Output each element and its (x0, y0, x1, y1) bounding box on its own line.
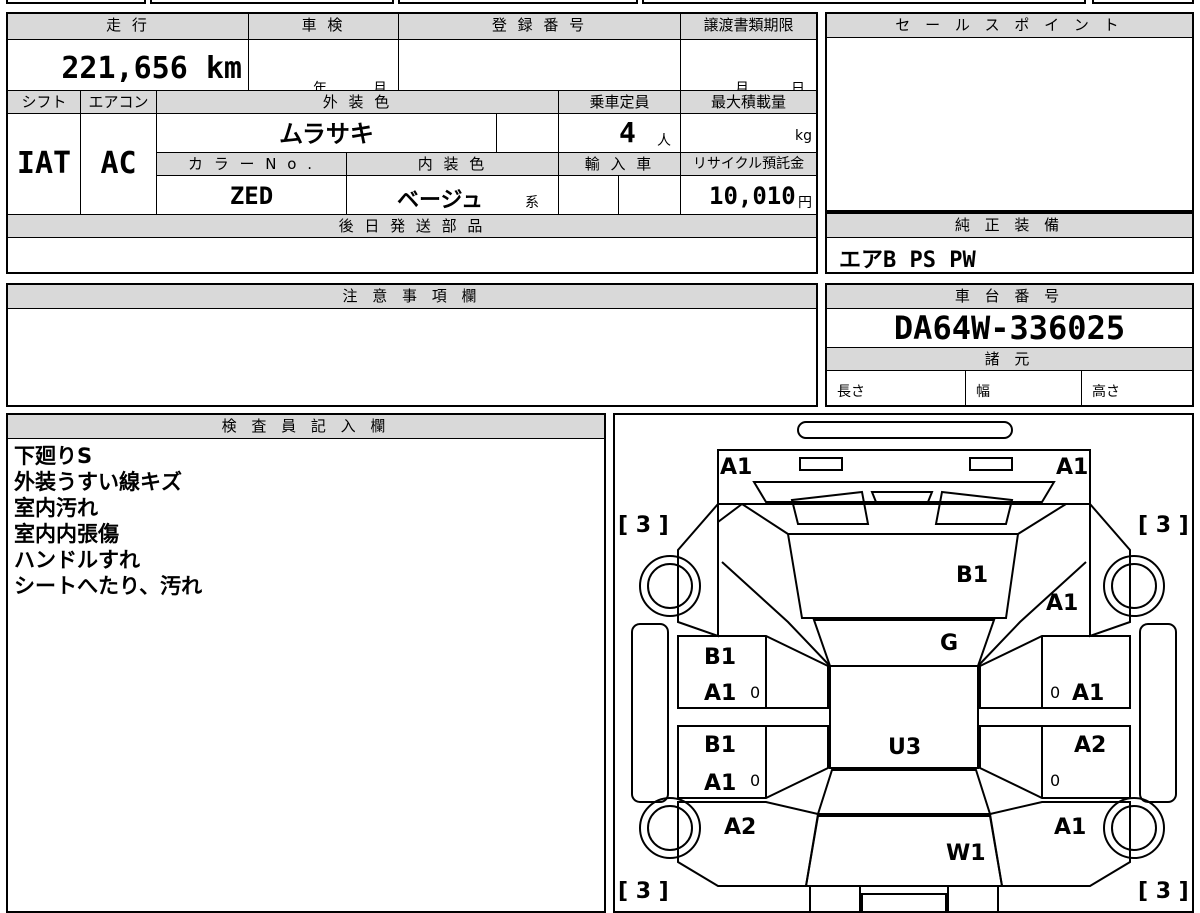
later-parts-value (8, 238, 816, 272)
transfer-deadline-label: 譲渡書類期限 (680, 14, 816, 40)
mileage-label: 走 行 (8, 14, 248, 40)
mark-front-right: A1 (1056, 455, 1088, 480)
mark-door-rr: A2 (1074, 733, 1106, 758)
shift-label: シフト (8, 90, 80, 114)
top-strip-right (642, 0, 1086, 4)
sales-point-box: セ ー ル ス ポ イ ン ト (825, 12, 1194, 212)
inspector-notes: 下廻りS 外装うすい線キズ 室内汚れ 室内内張傷 ハンドルすれ シートへたり、汚… (14, 443, 202, 599)
inspector-label: 検 査 員 記 入 欄 (8, 415, 604, 439)
later-parts-label: 後 日 発 送 部 品 (8, 214, 816, 238)
chassis-box: 車 台 番 号 DA64W-336025 諸 元 長さ 幅 高さ (825, 283, 1194, 407)
mark-front-left: A1 (720, 455, 752, 480)
mark-hood: B1 (956, 563, 988, 588)
windshield (812, 619, 996, 667)
exterior-color-extra (496, 114, 558, 152)
width-label: 幅 (965, 371, 1081, 405)
mark-rear-glass: W1 (946, 841, 986, 866)
mark-bracket-bl: [ 3 ] (618, 879, 669, 904)
capacity-label: 乗車定員 (558, 90, 680, 114)
mark-bracket-tl: [ 3 ] (618, 513, 669, 538)
notes-label: 注 意 事 項 欄 (8, 285, 816, 309)
mark-zero-rf: 0 (1050, 683, 1060, 702)
interior-color-value: ベージュ (397, 188, 484, 213)
rear-window (816, 769, 992, 815)
car-diagram-box: A1 A1 [ 3 ] [ 3 ] B1 A1 G B1 A1 0 A1 0 B… (613, 413, 1194, 913)
note-line: ハンドルすれ (14, 548, 140, 572)
right-sill (1139, 623, 1177, 803)
front-light-right (969, 457, 1013, 471)
mark-bracket-tr: [ 3 ] (1138, 513, 1189, 538)
front-light-left (799, 457, 843, 471)
genuine-equipment-label: 純 正 装 備 (827, 214, 1192, 238)
interior-color-cell: ベージュ 系 (346, 176, 558, 214)
genuine-equipment-box: 純 正 装 備 エアB PS PW (825, 212, 1194, 274)
capacity-value: 4 (619, 116, 636, 149)
note-line: シートへたり、汚れ (14, 574, 203, 598)
interior-color-label: 内 装 色 (346, 152, 558, 176)
notes-box: 注 意 事 項 欄 (6, 283, 818, 407)
max-load-value-cell: kg (680, 114, 816, 152)
capacity-value-cell: 4 人 (558, 114, 680, 152)
mark-door-lr-2: A1 (704, 771, 736, 796)
genuine-equipment-value: エアB PS PW (839, 248, 976, 273)
inspector-box: 検 査 員 記 入 欄 下廻りS 外装うすい線キズ 室内汚れ 室内内張傷 ハンド… (6, 413, 606, 913)
exterior-color-value: ムラサキ (156, 114, 496, 152)
mark-zero-rr: 0 (1050, 771, 1060, 790)
length-label: 長さ (837, 384, 865, 400)
shift-value: IAT (16, 146, 72, 181)
left-sill (631, 623, 669, 803)
color-no-value: ZED (156, 176, 346, 214)
note-line: 下廻りS (14, 444, 93, 468)
top-strip-mid2 (398, 0, 638, 4)
mark-door-rf: A1 (1072, 681, 1104, 706)
person-unit: 人 (657, 133, 671, 149)
vehicle-info-table: 走 行 車 検 登 録 番 号 譲渡書類期限 221,656 km 年 月 月 … (6, 12, 818, 274)
imported-value-a (558, 176, 618, 214)
recycle-value: 10,010 (709, 182, 796, 210)
max-load-label: 最大積載量 (680, 90, 816, 114)
mark-door-lr-1: B1 (704, 733, 736, 758)
height-label: 高さ (1081, 371, 1192, 405)
car-diagram: A1 A1 [ 3 ] [ 3 ] B1 A1 G B1 A1 0 A1 0 B… (618, 421, 1189, 911)
color-no-label: カ ラ ー N o . (156, 152, 346, 176)
mark-quarter-left: A2 (724, 815, 756, 840)
note-line: 室内内張傷 (14, 522, 119, 546)
top-strip-mid (150, 0, 394, 4)
mark-windshield: G (940, 631, 958, 656)
aircon-value: AC (80, 114, 156, 214)
sales-point-label: セ ー ル ス ポ イ ン ト (827, 14, 1192, 38)
mark-zero-lf: 0 (750, 683, 760, 702)
kei-label: 系 (525, 195, 539, 211)
recycle-label: リサイクル預託金 (680, 152, 816, 176)
mark-door-lf-1: B1 (704, 645, 736, 670)
mark-zero-lr: 0 (750, 771, 760, 790)
note-line: 外装うすい線キズ (14, 470, 182, 494)
specs-label: 諸 元 (827, 347, 1192, 371)
kg-unit: kg (795, 128, 812, 144)
exterior-color-label: 外 装 色 (156, 90, 558, 114)
top-strip-left (6, 0, 146, 4)
mark-fender-right: A1 (1046, 591, 1078, 616)
recycle-value-cell: 10,010 円 (680, 176, 816, 214)
top-strip-far (1092, 0, 1194, 4)
front-body (717, 449, 1091, 505)
imported-value-b (618, 176, 680, 214)
registration-label: 登 録 番 号 (398, 14, 680, 40)
mark-bracket-br: [ 3 ] (1138, 879, 1189, 904)
right-body-outline (1089, 503, 1131, 638)
chassis-number-value: DA64W-336025 (893, 309, 1126, 347)
chassis-number-label: 車 台 番 号 (827, 285, 1192, 309)
imported-label: 輸 入 車 (558, 152, 680, 176)
aircon-label: エアコン (80, 90, 156, 114)
inspection-label: 車 検 (248, 14, 398, 40)
mark-door-lf-2: A1 (704, 681, 736, 706)
yen-unit: 円 (798, 195, 812, 211)
mark-quarter-right: A1 (1054, 815, 1086, 840)
mark-roof: U3 (888, 735, 921, 760)
front-bumper-bar (797, 421, 1013, 439)
note-line: 室内汚れ (14, 496, 98, 520)
